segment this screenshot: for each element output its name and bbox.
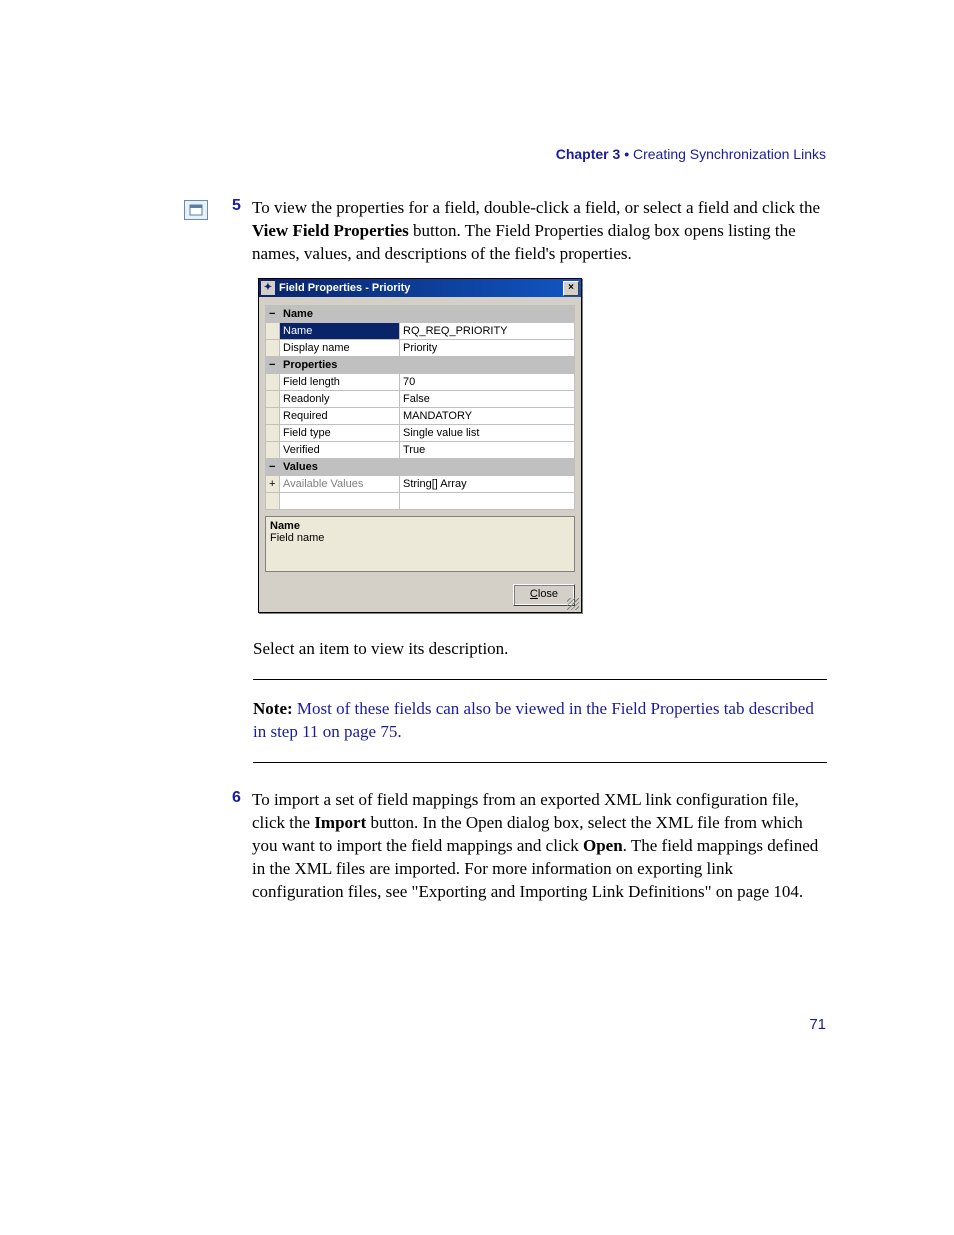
property-row[interactable]: ReadonlyFalse: [266, 391, 575, 408]
property-key[interactable]: Field type: [280, 425, 400, 442]
dialog-titlebar[interactable]: ✦ Field Properties - Priority ×: [259, 279, 581, 297]
property-row[interactable]: RequiredMANDATORY: [266, 408, 575, 425]
section-header: Properties: [280, 357, 575, 374]
step-6-text: To import a set of field mappings from a…: [252, 789, 828, 904]
dialog-title: Field Properties - Priority: [279, 282, 410, 294]
view-properties-icon: [184, 200, 208, 220]
field-properties-dialog: ✦ Field Properties - Priority × − Name N…: [258, 278, 582, 613]
property-value[interactable]: Single value list: [400, 425, 575, 442]
description-panel: Name Field name: [265, 516, 575, 572]
dialog-icon: ✦: [261, 281, 275, 295]
section-header: Values: [280, 459, 575, 476]
property-key[interactable]: Required: [280, 408, 400, 425]
close-button[interactable]: Close: [513, 584, 575, 606]
property-row[interactable]: Display name Priority: [266, 340, 575, 357]
view-field-properties-label: View Field Properties: [252, 221, 409, 240]
section-name[interactable]: − Name: [266, 306, 575, 323]
property-value[interactable]: False: [400, 391, 575, 408]
property-row[interactable]: VerifiedTrue: [266, 442, 575, 459]
after-dialog-block: Select an item to view its description. …: [253, 638, 827, 781]
step-5-text: To view the properties for a field, doub…: [252, 197, 828, 266]
property-key[interactable]: Field length: [280, 374, 400, 391]
dialog-body: − Name Name RQ_REQ_PRIORITY Display name…: [259, 297, 581, 578]
open-label: Open: [583, 836, 623, 855]
description-text: Field name: [270, 532, 570, 544]
page: Chapter 3 • Creating Synchronization Lin…: [0, 0, 954, 1235]
section-header: Name: [280, 306, 575, 323]
property-key[interactable]: Display name: [280, 340, 400, 357]
property-row[interactable]: Field length70: [266, 374, 575, 391]
property-value[interactable]: Priority: [400, 340, 575, 357]
collapse-icon[interactable]: −: [266, 306, 280, 323]
page-header: Chapter 3 • Creating Synchronization Lin…: [556, 146, 826, 162]
note-block: Note: Most of these fields can also be v…: [253, 698, 827, 744]
property-row[interactable]: + Available Values String[] Array: [266, 476, 575, 493]
import-label: Import: [314, 813, 366, 832]
page-number: 71: [809, 1016, 826, 1033]
step-5: 5 To view the properties for a field, do…: [232, 197, 828, 266]
property-value[interactable]: MANDATORY: [400, 408, 575, 425]
collapse-icon[interactable]: −: [266, 357, 280, 374]
close-icon[interactable]: ×: [563, 281, 579, 296]
property-key[interactable]: Readonly: [280, 391, 400, 408]
dialog-footer: Close: [259, 578, 581, 612]
expand-icon[interactable]: +: [266, 476, 280, 493]
property-value[interactable]: 70: [400, 374, 575, 391]
property-row[interactable]: Name RQ_REQ_PRIORITY: [266, 323, 575, 340]
property-grid[interactable]: − Name Name RQ_REQ_PRIORITY Display name…: [265, 305, 575, 510]
step-number: 6: [232, 789, 241, 807]
select-item-text: Select an item to view its description.: [253, 638, 827, 661]
divider: [253, 762, 827, 763]
resize-grip-icon[interactable]: [567, 598, 579, 610]
property-key[interactable]: Verified: [280, 442, 400, 459]
property-key[interactable]: Name: [280, 323, 400, 340]
property-row[interactable]: Field typeSingle value list: [266, 425, 575, 442]
collapse-icon[interactable]: −: [266, 459, 280, 476]
section-values[interactable]: − Values: [266, 459, 575, 476]
chapter-number: Chapter 3 •: [556, 146, 629, 162]
step-6: 6 To import a set of field mappings from…: [232, 789, 828, 904]
chapter-title: Creating Synchronization Links: [629, 146, 826, 162]
step-number: 5: [232, 197, 241, 215]
note-link[interactable]: Most of these fields can also be viewed …: [253, 699, 814, 741]
text-fragment: To view the properties for a field, doub…: [252, 198, 820, 217]
divider: [253, 679, 827, 680]
property-value[interactable]: True: [400, 442, 575, 459]
description-name: Name: [270, 520, 570, 532]
property-value[interactable]: RQ_REQ_PRIORITY: [400, 323, 575, 340]
section-properties[interactable]: − Properties: [266, 357, 575, 374]
note-label: Note:: [253, 699, 293, 718]
property-key[interactable]: Available Values: [280, 476, 400, 493]
property-value[interactable]: String[] Array: [400, 476, 575, 493]
property-row: [266, 493, 575, 510]
